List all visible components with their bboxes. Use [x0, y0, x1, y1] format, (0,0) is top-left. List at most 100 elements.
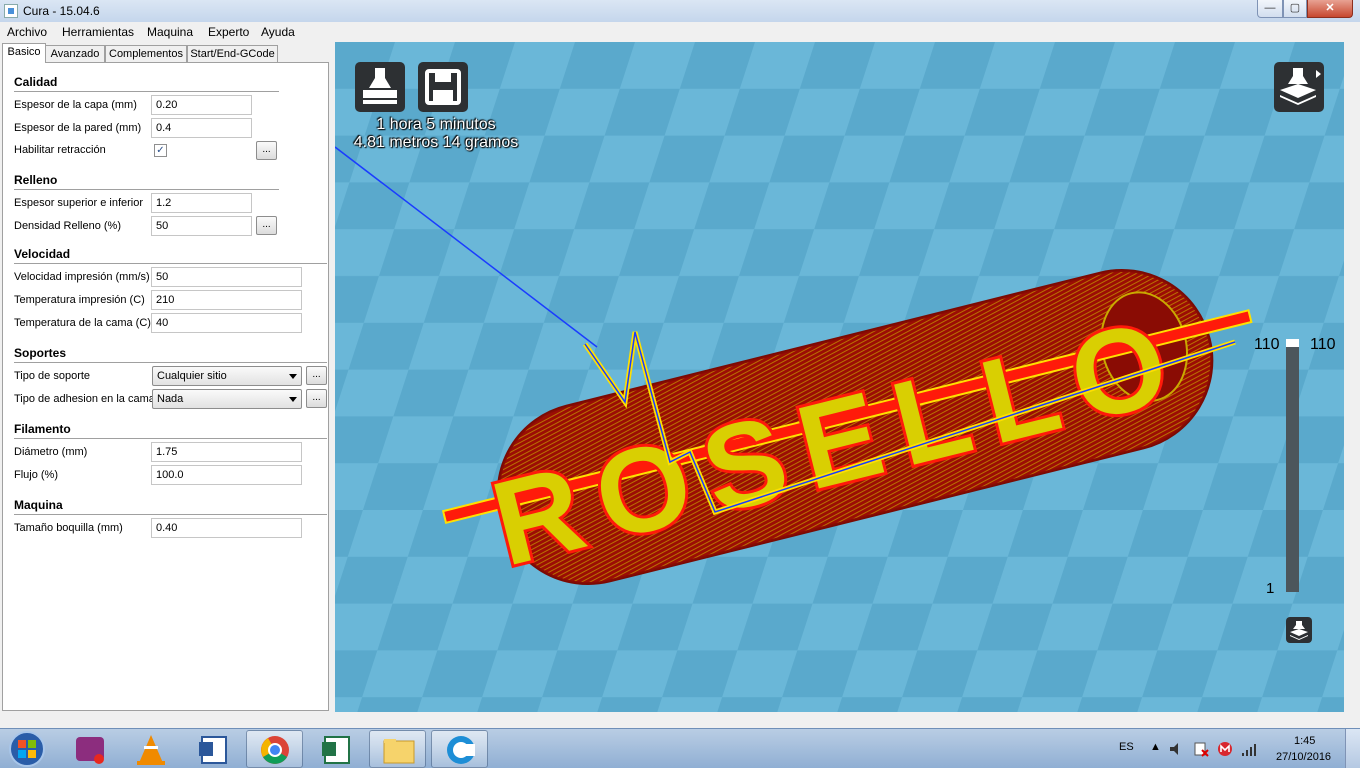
- view-mode-button[interactable]: [1274, 62, 1324, 112]
- divider: [14, 514, 327, 515]
- tray-expand-icon[interactable]: ▲: [1150, 741, 1161, 753]
- word-icon: [199, 736, 227, 764]
- layers-icon: [1290, 621, 1308, 640]
- divider: [14, 189, 279, 190]
- chevron-down-icon: [289, 374, 297, 379]
- taskbar-app-explorer[interactable]: [369, 730, 426, 768]
- tab-complementos[interactable]: Complementos: [105, 45, 187, 62]
- taskbar-app-chrome[interactable]: [246, 730, 303, 768]
- support-type-value: Cualquier sitio: [157, 370, 227, 382]
- cura-icon: [447, 736, 475, 764]
- bed-temp-input[interactable]: 40: [151, 313, 302, 333]
- layer-min-label: 1: [1266, 580, 1275, 597]
- chrome-icon: [261, 736, 289, 764]
- print-temp-input[interactable]: 210: [151, 290, 302, 310]
- action-center-icon[interactable]: [1193, 741, 1209, 757]
- flow-input[interactable]: 100.0: [151, 465, 302, 485]
- diameter-input[interactable]: 1.75: [151, 442, 302, 462]
- divider: [14, 362, 327, 363]
- window-title: Cura - 15.04.6: [23, 4, 100, 18]
- start-button[interactable]: [2, 729, 52, 768]
- nozzle-label: Tamaño boquilla (mm): [14, 522, 123, 534]
- nozzle-input[interactable]: 0.40: [151, 518, 302, 538]
- network-signal-icon[interactable]: [1241, 741, 1259, 757]
- adhesion-type-select[interactable]: Nada: [152, 389, 302, 409]
- cura-app-icon: [4, 4, 18, 18]
- retraction-more-button[interactable]: ...: [256, 141, 277, 160]
- settings-panel: Calidad Espesor de la capa (mm) 0.20 Esp…: [2, 62, 329, 711]
- divider: [14, 91, 279, 92]
- support-type-label: Tipo de soporte: [14, 370, 91, 382]
- section-relleno: Relleno: [14, 173, 58, 187]
- section-filamento: Filamento: [14, 422, 71, 436]
- adhesion-type-value: Nada: [157, 393, 184, 405]
- menu-bar: Archivo Herramientas Maquina Experto Ayu…: [0, 22, 1360, 42]
- wall-thickness-label: Espesor de la pared (mm): [14, 122, 142, 134]
- menu-ayuda[interactable]: Ayuda: [261, 25, 295, 39]
- clock-date[interactable]: 27/10/2016: [1276, 751, 1331, 763]
- print-temp-label: Temperatura impresión (C): [14, 294, 145, 306]
- section-maquina: Maquina: [14, 498, 63, 512]
- print-speed-input[interactable]: 50: [151, 267, 302, 287]
- retraction-label: Habilitar retracción: [14, 144, 106, 156]
- tab-avanzado[interactable]: Avanzado: [45, 45, 105, 62]
- support-type-select[interactable]: Cualquier sitio: [152, 366, 302, 386]
- chevron-down-icon: [289, 397, 297, 402]
- section-soportes: Soportes: [14, 346, 67, 360]
- minimize-button[interactable]: —: [1257, 0, 1283, 18]
- layer-current-label: 110: [1310, 336, 1336, 353]
- adhesion-type-label: Tipo de adhesion en la cama: [14, 393, 155, 405]
- show-desktop-button[interactable]: [1345, 729, 1360, 768]
- right-edge-panel: [1344, 42, 1360, 712]
- load-model-button[interactable]: [355, 62, 405, 112]
- layer-max-label: 110: [1254, 336, 1280, 353]
- menu-experto[interactable]: Experto: [208, 25, 249, 39]
- top-bottom-input[interactable]: 1.2: [151, 193, 252, 213]
- 3d-viewport[interactable]: ROSELLO 1 hora 5 minutos 4.81 metros 14 …: [335, 42, 1344, 712]
- language-indicator[interactable]: ES: [1119, 741, 1134, 753]
- maximize-button[interactable]: ▢: [1283, 0, 1307, 18]
- taskbar-app-cura[interactable]: [431, 730, 488, 768]
- divider: [14, 263, 327, 264]
- section-velocidad: Velocidad: [14, 247, 71, 261]
- menu-maquina[interactable]: Maquina: [147, 25, 193, 39]
- retraction-checkbox[interactable]: ✓: [154, 144, 167, 157]
- layer-height-input[interactable]: 0.20: [151, 95, 252, 115]
- taskbar-app-excel[interactable]: [308, 730, 365, 768]
- layer-slider-handle[interactable]: [1286, 339, 1299, 347]
- folder-icon: [383, 739, 415, 764]
- menu-archivo[interactable]: Archivo: [7, 25, 47, 39]
- divider: [14, 438, 327, 439]
- layer-slider[interactable]: [1286, 339, 1299, 592]
- video-app-icon: [76, 737, 104, 764]
- save-gcode-button[interactable]: [418, 62, 468, 112]
- vlc-icon: [137, 735, 165, 765]
- adhesion-more-button[interactable]: ...: [306, 389, 327, 408]
- taskbar-app-word[interactable]: [185, 730, 242, 768]
- fill-more-button[interactable]: ...: [256, 216, 277, 235]
- mega-icon[interactable]: [1217, 741, 1233, 757]
- layers-view-icon: [1280, 68, 1321, 105]
- tab-start-end-gcode[interactable]: Start/End-GCode: [187, 45, 278, 62]
- print-info: 1 hora 5 minutos 4.81 metros 14 gramos: [341, 116, 531, 152]
- print-material: 4.81 metros 14 gramos: [353, 134, 519, 151]
- layer-view-toggle-button[interactable]: [1286, 617, 1312, 643]
- taskbar-app-vlc[interactable]: [123, 730, 180, 768]
- excel-icon: [322, 736, 350, 764]
- diameter-label: Diámetro (mm): [14, 446, 88, 458]
- print-time: 1 hora 5 minutos: [376, 116, 496, 133]
- top-bottom-label: Espesor superior e inferior: [14, 197, 144, 209]
- clock-time[interactable]: 1:45: [1294, 735, 1315, 747]
- support-more-button[interactable]: ...: [306, 366, 327, 385]
- settings-tabs: Basico Avanzado Complementos Start/End-G…: [0, 43, 330, 63]
- taskbar-app-video[interactable]: [61, 730, 118, 768]
- section-calidad: Calidad: [14, 75, 58, 89]
- layer-height-label: Espesor de la capa (mm): [14, 99, 137, 111]
- fill-density-input[interactable]: 50: [151, 216, 252, 236]
- wall-thickness-input[interactable]: 0.4: [151, 118, 252, 138]
- menu-herramientas[interactable]: Herramientas: [62, 25, 134, 39]
- tab-basico[interactable]: Basico: [2, 43, 46, 63]
- close-button[interactable]: ✕: [1307, 0, 1353, 18]
- volume-icon[interactable]: [1168, 741, 1184, 757]
- title-bar: Cura - 15.04.6 — ▢ ✕: [0, 0, 1360, 23]
